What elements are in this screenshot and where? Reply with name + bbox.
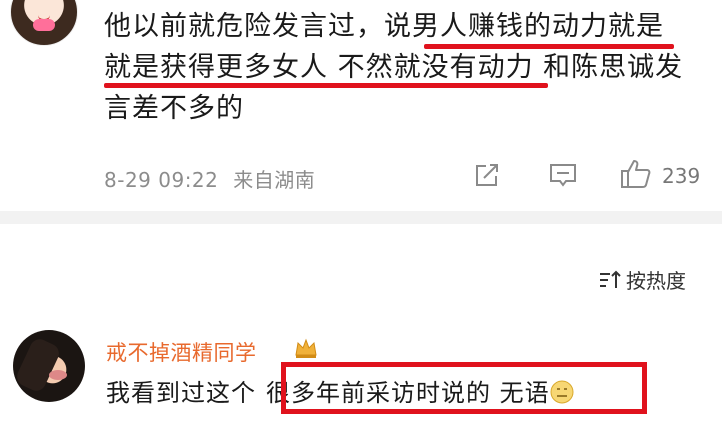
like-icon[interactable]: [619, 158, 653, 190]
section-divider: [0, 211, 722, 224]
comment-line: 言差不多的: [104, 93, 244, 124]
like-count: 239: [662, 164, 701, 188]
share-icon[interactable]: [474, 162, 500, 188]
crown-icon: [294, 337, 318, 359]
highlight-underline: [104, 83, 548, 88]
sort-label: 按热度: [626, 269, 686, 293]
avatar[interactable]: [13, 330, 85, 402]
comment-icon[interactable]: [549, 163, 577, 187]
sort-button[interactable]: 按热度: [598, 265, 686, 294]
comment-date: 8-29 09:22: [104, 168, 219, 192]
username[interactable]: 戒不掉酒精同学: [106, 337, 257, 367]
comment-text: 他以前就危险发言过，说男人赚钱的动力就是 就是获得更多女人 不然就没有动力 和陈…: [104, 6, 714, 129]
avatar[interactable]: [10, 0, 78, 46]
comment-location: 来自湖南: [233, 168, 316, 192]
comment-line: 就是获得更多女人 不然就没有动力 和陈思诚发: [104, 52, 684, 83]
comment-meta: 8-29 09:22 来自湖南: [104, 164, 323, 193]
comment-text-plain: 我看到过这个: [106, 379, 256, 407]
comment-line: 他以前就危险发言过，说男人赚钱的动力就是: [104, 11, 664, 42]
highlight-underline: [424, 44, 674, 49]
highlight-box: [281, 362, 647, 414]
sort-icon: [598, 269, 622, 291]
